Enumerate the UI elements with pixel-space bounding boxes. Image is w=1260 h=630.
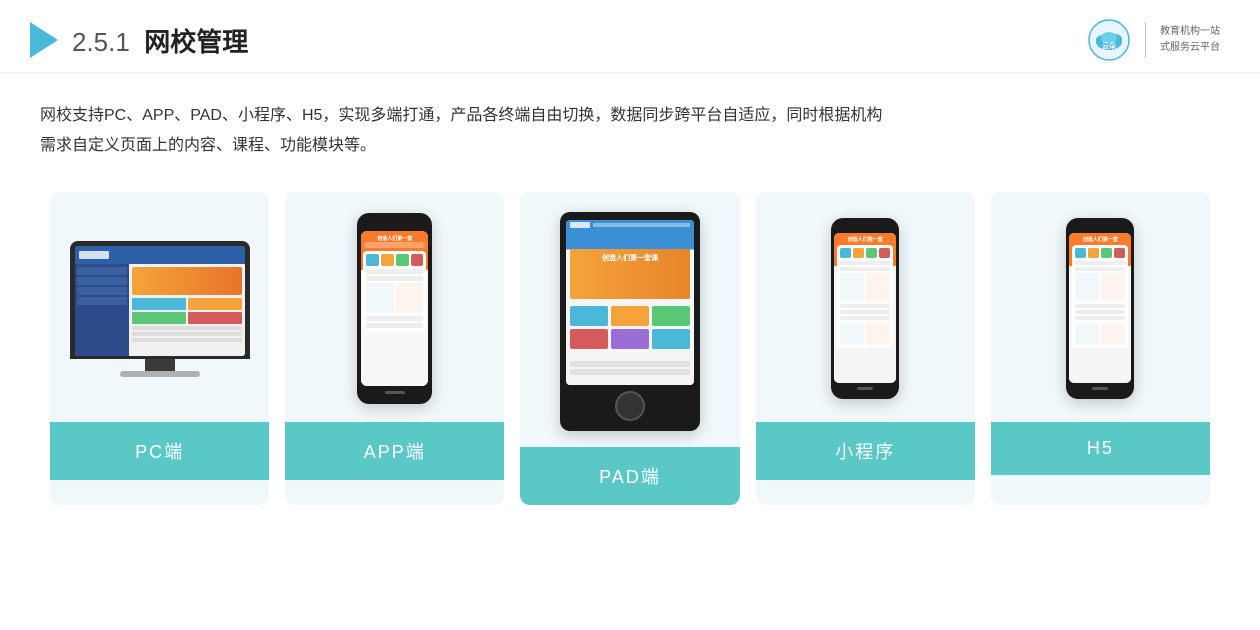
mini-phone-screen: 创造人们第一堂 [834,233,896,383]
tablet-home-button [615,391,645,421]
header-left: 2.5.1 网校管理 [30,22,248,59]
card-h5-image: 创造人们第一堂 [991,192,1210,422]
tablet-grid [570,306,690,349]
card-app-image: 创造人们第一堂 [285,192,504,422]
card-miniprogram: 创造人们第一堂 [756,192,975,505]
pc-screen-outer [70,241,250,359]
pc-base [120,371,200,377]
main-content: 网校支持PC、APP、PAD、小程序、H5，实现多端打通，产品各终端自由切换，数… [0,73,1260,525]
page-header: 2.5.1 网校管理 云朵 教育机构一站 式服务云平台 [0,0,1260,73]
phone-screen-content: 创造人们第一堂 [361,231,428,386]
h5-phone-screen: 创造人们第一堂 [1069,233,1131,383]
card-h5-label: H5 [991,422,1210,475]
card-pc: PC端 [50,192,269,505]
miniprogram-phone-mockup: 创造人们第一堂 [831,218,899,399]
svg-text:云朵: 云朵 [1102,41,1117,50]
card-pad-label: PAD端 [520,447,739,505]
phone-screen: 创造人们第一堂 [361,231,428,386]
mini-phone-notch [853,225,878,230]
h5-phone-mockup: 创造人们第一堂 [1066,218,1134,399]
tablet-screen: 创造人们第一堂课 [566,220,694,385]
tablet-banner: 创造人们第一堂课 [570,249,690,299]
phone-notch [380,221,410,227]
tablet-content: 创造人们第一堂课 [566,220,694,385]
card-miniprogram-label: 小程序 [756,422,975,480]
card-pad: 创造人们第一堂课 [520,192,739,505]
brand-divider [1145,22,1146,58]
card-pc-label: PC端 [50,422,269,480]
brand-logo: 云朵 教育机构一站 式服务云平台 [1087,18,1220,62]
h5-phone-notch [1088,225,1113,230]
page-title: 2.5.1 网校管理 [72,22,248,59]
phone-home-button [385,391,405,394]
pc-mockup [70,241,250,377]
pc-screen-inner [75,246,245,356]
card-h5: 创造人们第一堂 [991,192,1210,505]
pc-neck [145,359,175,371]
card-app-label: APP端 [285,422,504,480]
tablet-mockup: 创造人们第一堂课 [560,212,700,431]
card-pad-image: 创造人们第一堂课 [520,192,739,447]
card-app: 创造人们第一堂 [285,192,504,505]
platform-cards: PC端 创造人们第一堂 [40,192,1220,505]
cloud-logo-icon: 云朵 [1087,18,1131,62]
logo-triangle-icon [30,22,58,58]
brand-slogan: 教育机构一站 式服务云平台 [1160,24,1220,56]
card-pc-image [50,192,269,422]
description-text: 网校支持PC、APP、PAD、小程序、H5，实现多端打通，产品各终端自由切换，数… [40,101,1220,162]
app-phone-mockup: 创造人们第一堂 [357,213,432,404]
card-miniprogram-image: 创造人们第一堂 [756,192,975,422]
